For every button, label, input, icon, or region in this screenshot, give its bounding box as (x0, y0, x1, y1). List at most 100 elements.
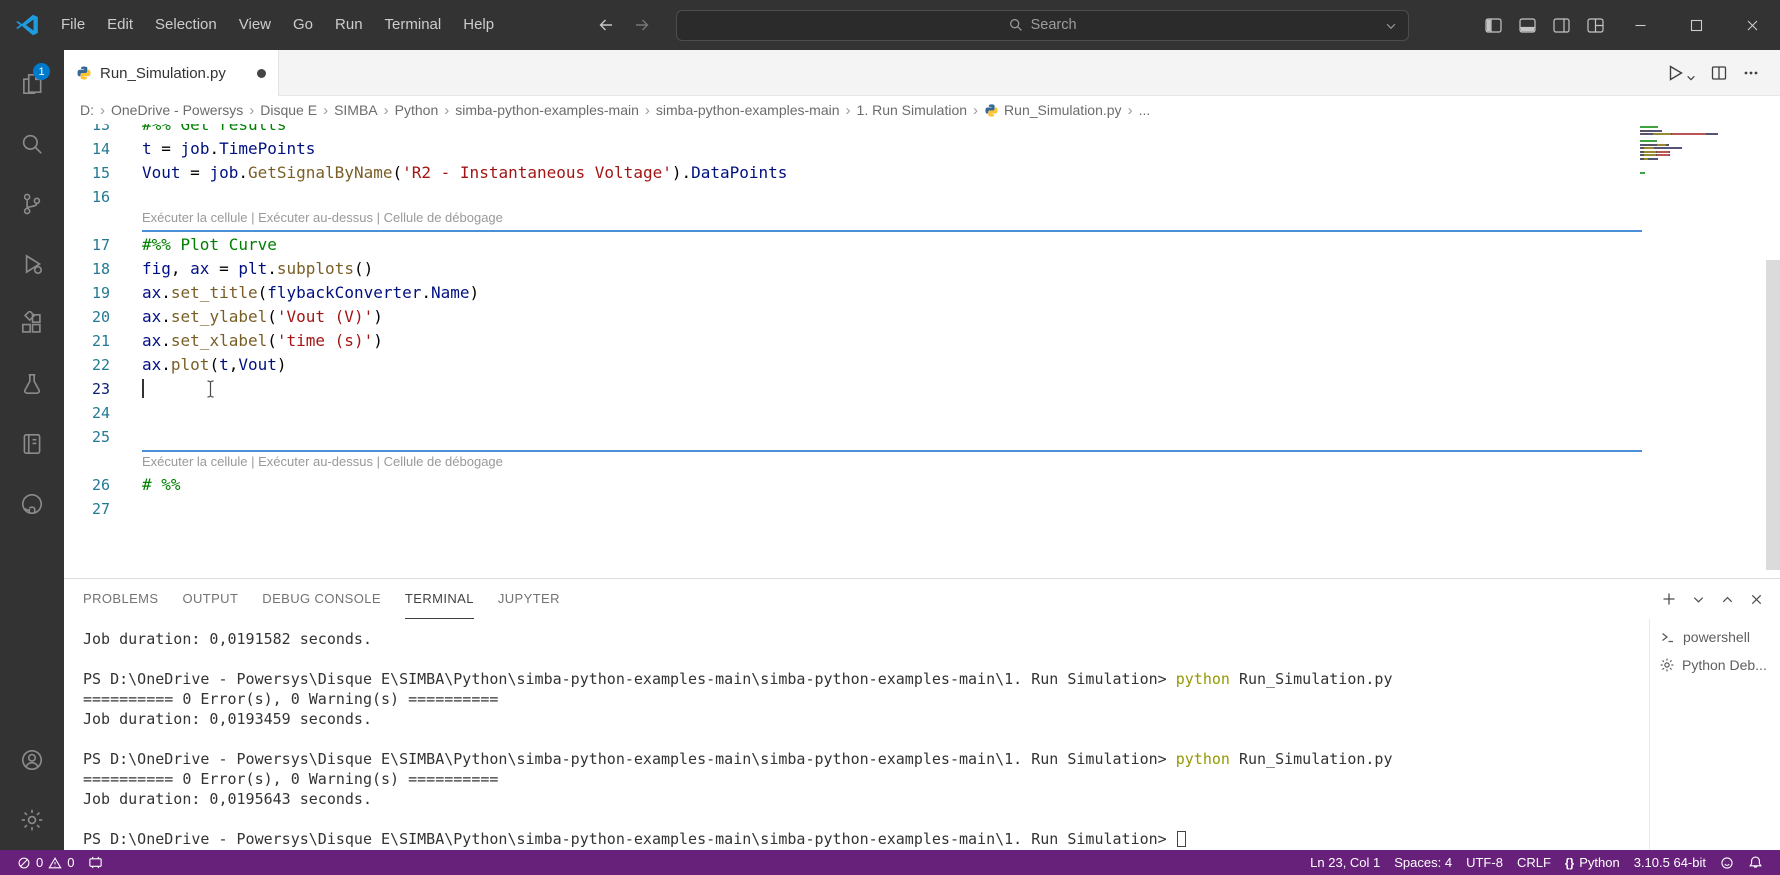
line-number[interactable]: 18 (64, 257, 110, 281)
tab-modified-dot[interactable] (257, 69, 266, 78)
line-number[interactable]: 23 (64, 377, 110, 401)
encoding-status[interactable]: UTF-8 (1459, 850, 1510, 875)
code-line[interactable]: 22ax.plot(t,Vout) (64, 353, 1780, 377)
line-number[interactable]: 16 (64, 185, 110, 209)
maximize-panel-icon[interactable] (1720, 592, 1735, 607)
search-sidebar-icon[interactable] (0, 114, 64, 174)
toggle-sidebar-icon[interactable] (1476, 0, 1510, 50)
settings-gear-icon[interactable] (0, 790, 64, 850)
github-icon[interactable] (0, 474, 64, 534)
line-number[interactable]: 24 (64, 401, 110, 425)
debug-status-icon[interactable] (81, 850, 110, 875)
breadcrumb-item[interactable]: Disque E (257, 102, 320, 118)
line-number[interactable]: 15 (64, 161, 110, 185)
line-number[interactable]: 13 (64, 124, 110, 137)
breadcrumb-item[interactable]: ... (1136, 102, 1154, 118)
panel-tab-debug-console[interactable]: DEBUG CONSOLE (262, 579, 381, 619)
editor[interactable]: 13#%% Get results14t = job.TimePoints15V… (64, 124, 1780, 578)
feedback-icon[interactable] (1713, 850, 1741, 875)
python-interpreter-status[interactable]: 3.10.5 64-bit (1627, 850, 1713, 875)
breadcrumb-item[interactable]: Python (392, 102, 442, 118)
notebook-icon[interactable] (0, 414, 64, 474)
panel-tab-jupyter[interactable]: JUPYTER (498, 579, 560, 619)
more-actions-icon[interactable] (1742, 64, 1760, 82)
run-cell-link[interactable]: Exécuter la cellule (142, 210, 248, 225)
code-line[interactable]: 19ax.set_title(flybackConverter.Name) (64, 281, 1780, 305)
menu-run[interactable]: Run (324, 10, 374, 40)
debug-cell-link[interactable]: Cellule de débogage (384, 454, 503, 469)
breadcrumb-item[interactable]: D: (77, 102, 97, 118)
notifications-bell-icon[interactable] (1741, 850, 1770, 875)
close-panel-icon[interactable] (1749, 592, 1764, 607)
command-center-search[interactable]: Search (676, 10, 1409, 41)
terminal-instance-powershell[interactable]: powershell (1650, 623, 1780, 651)
accounts-icon[interactable] (0, 730, 64, 790)
terminal-dropdown-icon[interactable] (1691, 592, 1706, 607)
extensions-icon[interactable] (0, 294, 64, 354)
code-line[interactable]: 26# %% (64, 473, 1780, 497)
code-line[interactable]: 21ax.set_xlabel('time (s)') (64, 329, 1780, 353)
panel-tab-terminal[interactable]: TERMINAL (405, 579, 474, 619)
language-mode-status[interactable]: {} Python (1558, 850, 1627, 875)
close-button[interactable] (1724, 0, 1780, 50)
nav-back-icon[interactable] (597, 16, 615, 34)
code-line[interactable]: 16 (64, 185, 1780, 209)
explorer-icon[interactable]: 1 (0, 54, 64, 114)
line-number[interactable]: 25 (64, 425, 110, 449)
code-line[interactable]: 14t = job.TimePoints (64, 137, 1780, 161)
code-line[interactable]: 13#%% Get results (64, 124, 1780, 137)
minimize-button[interactable] (1612, 0, 1668, 50)
run-debug-icon[interactable] (0, 234, 64, 294)
line-number[interactable]: 17 (64, 233, 110, 257)
chevron-down-icon[interactable] (1384, 19, 1398, 33)
panel-tab-output[interactable]: OUTPUT (182, 579, 238, 619)
line-number[interactable]: 27 (64, 497, 110, 521)
breadcrumb-item[interactable]: simba-python-examples-main (452, 102, 642, 118)
breadcrumb-item[interactable]: 1. Run Simulation (854, 102, 971, 118)
code-line[interactable]: 25 (64, 425, 1780, 449)
indentation-status[interactable]: Spaces: 4 (1387, 850, 1459, 875)
line-number[interactable]: 22 (64, 353, 110, 377)
run-above-link[interactable]: Exécuter au-dessus (258, 454, 373, 469)
split-editor-icon[interactable] (1710, 64, 1728, 82)
menu-file[interactable]: File (50, 10, 96, 40)
code-line[interactable]: 23 (64, 377, 1780, 401)
menu-selection[interactable]: Selection (144, 10, 228, 40)
panel-tab-problems[interactable]: PROBLEMS (83, 579, 158, 619)
code-line[interactable]: 27 (64, 497, 1780, 521)
menu-help[interactable]: Help (452, 10, 505, 40)
run-above-link[interactable]: Exécuter au-dessus (258, 210, 373, 225)
minimap[interactable] (1640, 126, 1720, 179)
cursor-position-status[interactable]: Ln 23, Col 1 (1303, 850, 1387, 875)
problems-status[interactable]: 0 0 (10, 850, 81, 875)
run-python-file-button[interactable] (1665, 63, 1696, 83)
editor-scrollbar[interactable] (1766, 260, 1780, 570)
breadcrumb-item[interactable]: Run_Simulation.py (981, 102, 1125, 118)
source-control-icon[interactable] (0, 174, 64, 234)
code-line[interactable]: 24 (64, 401, 1780, 425)
terminal-output[interactable]: Job duration: 0,0191582 seconds. PS D:\O… (64, 619, 1649, 850)
toggle-secondary-sidebar-icon[interactable] (1544, 0, 1578, 50)
toggle-panel-icon[interactable] (1510, 0, 1544, 50)
code-line[interactable]: 18fig, ax = plt.subplots() (64, 257, 1780, 281)
debug-cell-link[interactable]: Cellule de débogage (384, 210, 503, 225)
breadcrumb-item[interactable]: simba-python-examples-main (653, 102, 843, 118)
terminal-instance-python-debug[interactable]: Python Deb... (1650, 651, 1780, 679)
breadcrumb-item[interactable]: OneDrive - Powersys (108, 102, 246, 118)
tab-run-simulation[interactable]: Run_Simulation.py (64, 50, 279, 96)
line-number[interactable]: 20 (64, 305, 110, 329)
customize-layout-icon[interactable] (1578, 0, 1612, 50)
code-line[interactable]: 15Vout = job.GetSignalByName('R2 - Insta… (64, 161, 1780, 185)
menu-edit[interactable]: Edit (96, 10, 144, 40)
run-cell-link[interactable]: Exécuter la cellule (142, 454, 248, 469)
breadcrumb-item[interactable]: SIMBA (331, 102, 381, 118)
code-line[interactable]: 17#%% Plot Curve (64, 233, 1780, 257)
maximize-button[interactable] (1668, 0, 1724, 50)
line-number[interactable]: 14 (64, 137, 110, 161)
eol-status[interactable]: CRLF (1510, 850, 1558, 875)
menu-terminal[interactable]: Terminal (374, 10, 453, 40)
line-number[interactable]: 19 (64, 281, 110, 305)
menu-go[interactable]: Go (282, 10, 324, 40)
line-number[interactable]: 26 (64, 473, 110, 497)
new-terminal-icon[interactable] (1661, 591, 1677, 607)
